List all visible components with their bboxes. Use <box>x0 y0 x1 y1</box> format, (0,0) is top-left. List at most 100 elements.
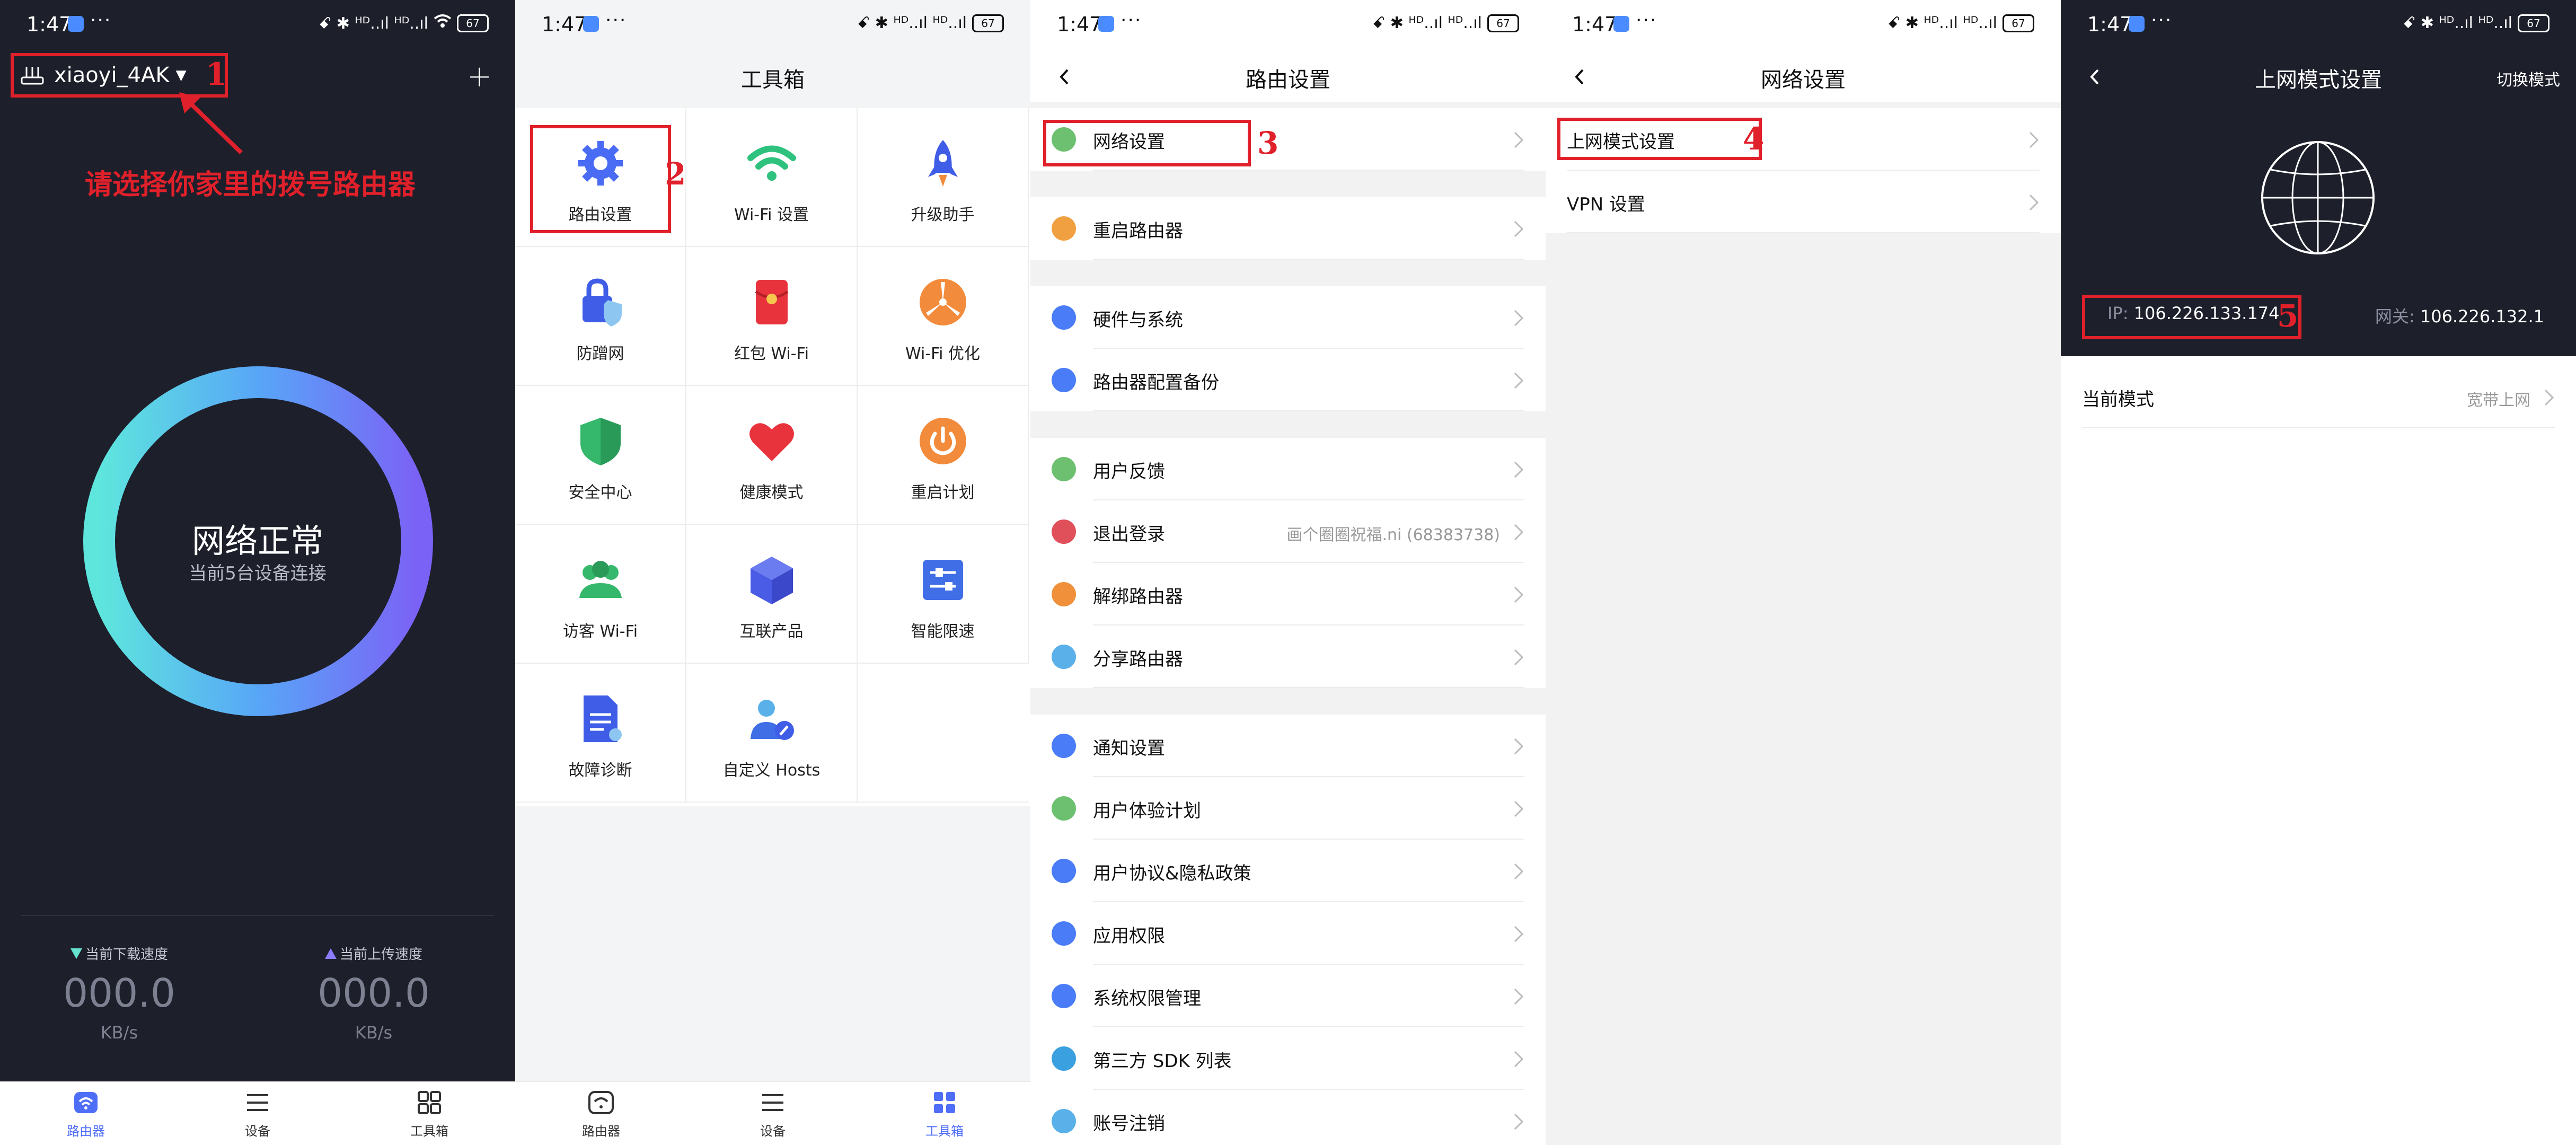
battery-icon: 67 <box>2518 14 2549 32</box>
row-vpn-settings[interactable]: VPN 设置 <box>1546 171 2061 233</box>
settings-row[interactable]: 解绑路由器 <box>1030 563 1546 626</box>
settings-row[interactable]: 重启路由器 <box>1030 197 1546 260</box>
settings-row[interactable]: 用户体验计划 <box>1030 777 1546 840</box>
tool-label: Wi-Fi 优化 <box>905 345 981 363</box>
settings-row[interactable]: 系统权限管理 <box>1030 965 1546 1027</box>
notification-icon <box>1098 16 1114 32</box>
nav-devices[interactable]: 设备 <box>172 1082 343 1145</box>
signal-icons: ꗃ ✱ ᴴᴰ..ıl ᴴᴰ..ıl <box>319 14 428 33</box>
notification-icon <box>1613 16 1629 32</box>
cube-icon <box>750 557 793 604</box>
settings-row[interactable]: 用户反馈 <box>1030 438 1546 500</box>
settings-row[interactable]: 应用权限 <box>1030 902 1546 965</box>
row-icon <box>1052 859 1076 883</box>
chevron-right-icon <box>1514 863 1524 880</box>
tool-fault-diagnosis[interactable]: 故障诊断 <box>515 664 686 803</box>
tool-security-center[interactable]: 安全中心 <box>515 386 686 525</box>
tool-label: 故障诊断 <box>568 761 632 780</box>
settings-row[interactable]: 退出登录 画个圈圈祝福.ni (68383738) <box>1030 500 1546 563</box>
row-icon <box>1052 796 1076 821</box>
callout-box-4 <box>1557 118 1762 160</box>
route-settings-screen: 1:47 ··· ꗃ ✱ ᴴᴰ..ıl ᴴᴰ..ıl 67 路由设置 网络设置重… <box>1030 0 1546 1145</box>
shield-icon <box>580 418 621 465</box>
row-icon <box>1052 1046 1076 1071</box>
chevron-right-icon <box>1514 649 1524 666</box>
status-icons: ꗃ ✱ ᴴᴰ..ıl ᴴᴰ..ıl 67 <box>857 14 1004 32</box>
row-divider <box>1093 687 1524 688</box>
add-router-button[interactable]: + <box>467 59 492 94</box>
settings-row[interactable]: 分享路由器 <box>1030 626 1546 688</box>
callout-box-2 <box>530 125 671 233</box>
callout-box-3 <box>1043 120 1251 166</box>
tool-health-mode[interactable]: 健康模式 <box>686 386 858 525</box>
settings-row[interactable]: 用户协议&隐私政策 <box>1030 840 1546 902</box>
tool-wifi-settings[interactable]: Wi-Fi 设置 <box>686 108 858 247</box>
router-home-screen: 1:47 ··· ꗃ ✱ ᴴᴰ..ıl ᴴᴰ..ıl 67 xiaoyi_4AK… <box>0 0 515 1145</box>
row-icon <box>1052 305 1076 330</box>
tool-custom-hosts[interactable]: 自定义 Hosts <box>686 664 858 803</box>
network-status-title: 网络正常 <box>191 522 323 560</box>
status-bar: 1:47 ··· ꗃ ✱ ᴴᴰ..ıl ᴴᴰ..ıl 67 <box>2061 0 2576 51</box>
status-bar: 1:47 ··· ꗃ ✱ ᴴᴰ..ıl ᴴᴰ..ıl 67 <box>1030 0 1546 51</box>
upload-speed: 当前上传速度 000.0 KB/s <box>286 944 461 1043</box>
signal-icons: ꗃ ✱ ᴴᴰ..ıl ᴴᴰ..ıl <box>2403 14 2512 32</box>
download-unit: KB/s <box>100 1023 138 1043</box>
status-bar: 1:47 ··· ꗃ ✱ ᴴᴰ..ıl ᴴᴰ..ıl 67 <box>515 0 1030 51</box>
settings-row[interactable]: 路由器配置备份 <box>1030 349 1546 411</box>
settings-row[interactable]: 通知设置 <box>1030 715 1546 777</box>
row-label: VPN 设置 <box>1567 194 1646 215</box>
status-more: ··· <box>1636 10 1657 31</box>
status-time: 1:47 <box>2087 13 2133 36</box>
chevron-right-icon <box>2029 194 2039 211</box>
page-title: 工具箱 <box>741 68 805 92</box>
nav-router[interactable]: 路由器 <box>515 1082 687 1145</box>
internet-mode-screen: 1:47 ··· ꗃ ✱ ᴴᴰ..ıl ᴴᴰ..ıl 67 上网模式设置 切换模… <box>2061 0 2576 1145</box>
status-more: ··· <box>2151 10 2173 31</box>
tool-restart-schedule[interactable]: 重启计划 <box>858 386 1029 525</box>
settings-row[interactable]: 第三方 SDK 列表 <box>1030 1027 1546 1090</box>
switch-mode-button[interactable]: 切换模式 <box>2496 67 2560 90</box>
row-icon <box>1052 216 1076 241</box>
row-label: 账号注销 <box>1093 1113 1165 1134</box>
bottom-nav: 路由器 设备 工具箱 <box>0 1081 515 1145</box>
tool-wifi-optimize[interactable]: Wi-Fi 优化 <box>858 247 1029 386</box>
status-time: 1:47 <box>542 13 587 36</box>
nav-router[interactable]: 路由器 <box>0 1082 172 1145</box>
nav-toolbox[interactable]: 工具箱 <box>343 1082 515 1145</box>
row-icon <box>1052 519 1076 544</box>
chevron-right-icon <box>1514 1051 1524 1068</box>
tool-red-envelope-wifi[interactable]: 红包 Wi-Fi <box>686 247 858 386</box>
chevron-right-icon <box>1514 372 1524 389</box>
tool-connected-products[interactable]: 互联产品 <box>686 525 858 664</box>
tool-label: 自定义 Hosts <box>722 761 821 780</box>
chevron-right-icon <box>1514 1113 1524 1130</box>
row-label: 重启路由器 <box>1093 221 1183 242</box>
status-icons: ꗃ ✱ ᴴᴰ..ıl ᴴᴰ..ıl 67 <box>2403 14 2549 32</box>
guests-icon <box>579 561 622 598</box>
tool-label: Wi-Fi 设置 <box>734 206 809 224</box>
upload-arrow-icon <box>324 948 337 959</box>
nav-devices[interactable]: 设备 <box>687 1082 859 1145</box>
status-bar: 1:47 ··· ꗃ ✱ ᴴᴰ..ıl ᴴᴰ..ıl 67 <box>0 0 515 51</box>
tool-anti-freeload[interactable]: 防蹭网 <box>515 247 686 386</box>
signal-icons: ꗃ ✱ ᴴᴰ..ıl ᴴᴰ..ıl <box>857 14 967 32</box>
download-speed: 当前下载速度 000.0 KB/s <box>32 944 207 1043</box>
row-current-mode[interactable]: 当前模式 宽带上网 <box>2061 366 2576 428</box>
tool-guest-wifi[interactable]: 访客 Wi-Fi <box>515 525 686 664</box>
list-icon <box>247 1094 268 1111</box>
callout-number-5: 5 <box>2277 298 2299 334</box>
sliders-icon <box>922 560 963 600</box>
battery-icon: 67 <box>457 14 489 32</box>
document-icon <box>583 695 622 742</box>
tool-smart-speed-limit[interactable]: 智能限速 <box>858 525 1029 664</box>
tool-label: 升级助手 <box>911 206 975 224</box>
tool-upgrade-assistant[interactable]: 升级助手 <box>858 108 1029 247</box>
nav-toolbox[interactable]: 工具箱 <box>859 1082 1030 1145</box>
chevron-right-icon <box>1514 524 1524 541</box>
download-arrow-icon <box>70 948 82 959</box>
chevron-right-icon <box>1514 738 1524 755</box>
page-title: 路由设置 <box>1246 68 1330 92</box>
settings-row[interactable]: 硬件与系统 <box>1030 286 1546 349</box>
settings-row[interactable]: 账号注销 <box>1030 1090 1546 1145</box>
row-label: 通知设置 <box>1093 738 1165 759</box>
